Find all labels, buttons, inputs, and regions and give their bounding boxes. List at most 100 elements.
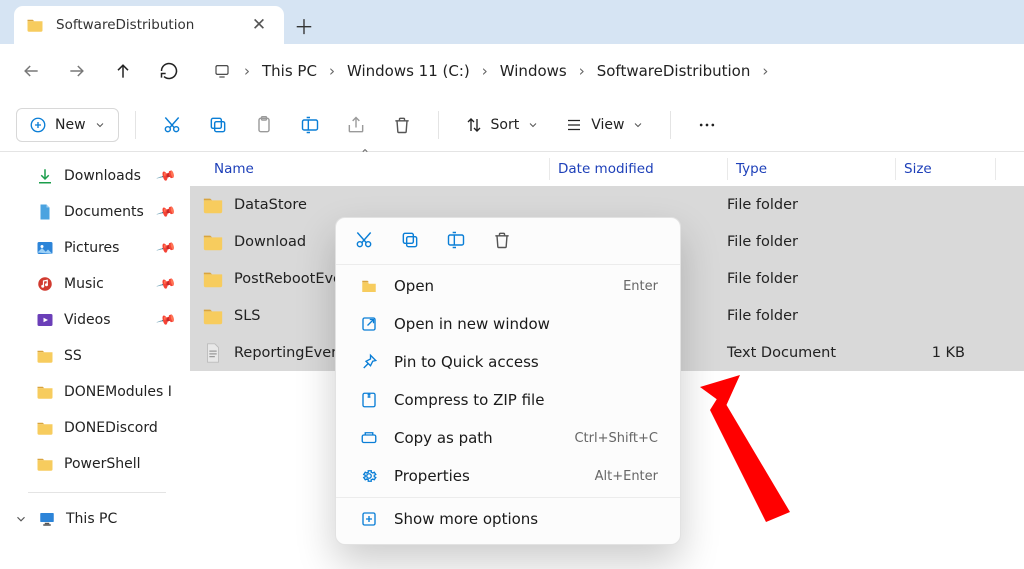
column-size[interactable]: Size (896, 152, 996, 186)
cut-button[interactable] (152, 106, 192, 144)
folder-icon (202, 231, 224, 253)
pin-icon: 📌 (155, 237, 177, 258)
up-button[interactable] (102, 52, 144, 90)
row-size: 1 KB (895, 345, 979, 361)
divider (336, 497, 680, 498)
folder-icon (36, 347, 54, 365)
rename-button[interactable] (290, 106, 330, 144)
sidebar-item-videos[interactable]: Videos 📌 (0, 302, 190, 338)
sidebar-item-label: PowerShell (64, 456, 140, 472)
delete-button[interactable] (382, 106, 422, 144)
close-tab-icon[interactable]: ✕ (246, 12, 272, 38)
column-date[interactable]: Date modified (550, 152, 728, 186)
breadcrumb-seg-1[interactable]: Windows 11 (C:) (341, 56, 476, 86)
breadcrumb-seg-2[interactable]: Windows (494, 56, 573, 86)
view-label: View (591, 117, 624, 133)
ctx-open-new-window[interactable]: Open in new window (342, 305, 674, 343)
pin-icon: 📌 (155, 309, 177, 330)
context-menu: Open Enter Open in new window Pin to Qui… (335, 217, 681, 545)
divider (438, 111, 439, 139)
pin-icon: 📌 (155, 165, 177, 186)
music-icon (36, 275, 54, 293)
sidebar: Downloads 📌 Documents 📌 Pictures 📌 Music… (0, 152, 190, 569)
folder-icon (36, 419, 54, 437)
download-icon (36, 167, 54, 185)
sidebar-item-label: Music (64, 276, 104, 292)
chevron-right-icon: › (476, 62, 494, 80)
address-bar: › This PC › Windows 11 (C:) › Windows › … (0, 44, 1024, 98)
path-icon (358, 429, 380, 447)
sidebar-item-label: Downloads (64, 168, 141, 184)
folder-icon (36, 455, 54, 473)
copy-button[interactable] (198, 106, 238, 144)
sidebar-item-folder[interactable]: SS (0, 338, 190, 374)
ctx-pin-quick-access[interactable]: Pin to Quick access (342, 343, 674, 381)
row-type: Text Document (727, 345, 895, 361)
paste-button[interactable] (244, 106, 284, 144)
sidebar-item-folder[interactable]: DONEModules I (0, 374, 190, 410)
column-type[interactable]: Type (728, 152, 896, 186)
ctx-properties[interactable]: Properties Alt+Enter (342, 457, 674, 495)
sidebar-item-downloads[interactable]: Downloads 📌 (0, 158, 190, 194)
column-name[interactable]: Name (190, 152, 550, 186)
breadcrumb-root-icon[interactable] (206, 57, 238, 85)
refresh-button[interactable] (148, 52, 190, 90)
row-type: File folder (727, 308, 895, 324)
breadcrumb: › This PC › Windows 11 (C:) › Windows › … (206, 56, 774, 86)
sort-button[interactable]: Sort (455, 106, 550, 144)
sidebar-item-label: SS (64, 348, 82, 364)
chevron-right-icon: › (238, 62, 256, 80)
tab-active[interactable]: SoftwareDistribution ✕ (14, 6, 284, 44)
chevron-right-icon: › (573, 62, 591, 80)
sidebar-item-label: Pictures (64, 240, 119, 256)
props-icon (358, 467, 380, 485)
folder-icon (202, 305, 224, 327)
sidebar-item-label: DONEModules I (64, 384, 172, 400)
divider (670, 111, 671, 139)
file-icon (202, 342, 224, 364)
breadcrumb-seg-3[interactable]: SoftwareDistribution (591, 56, 757, 86)
newwindow-icon (358, 315, 380, 333)
forward-button[interactable] (56, 52, 98, 90)
ctx-show-more-options[interactable]: Show more options (342, 500, 674, 538)
minibar-copy-button[interactable] (388, 222, 432, 258)
folder-icon (202, 268, 224, 290)
context-minibar (336, 218, 680, 262)
ctx-compress-zip[interactable]: Compress to ZIP file (342, 381, 674, 419)
sidebar-item-documents[interactable]: Documents 📌 (0, 194, 190, 230)
new-button[interactable]: New (16, 108, 119, 142)
monitor-icon (38, 510, 56, 528)
folder-icon (36, 383, 54, 401)
sidebar-item-label: Videos (64, 312, 111, 328)
ctx-copy-as-path[interactable]: Copy as path Ctrl+Shift+C (342, 419, 674, 457)
minibar-delete-button[interactable] (480, 222, 524, 258)
minibar-cut-button[interactable] (342, 222, 386, 258)
share-button[interactable] (336, 106, 376, 144)
sidebar-this-pc[interactable]: This PC (0, 499, 190, 539)
more-icon (358, 510, 380, 528)
row-name: DataStore (234, 197, 549, 213)
tab-title: SoftwareDistribution (56, 17, 246, 33)
sort-label: Sort (491, 117, 520, 133)
divider (336, 264, 680, 265)
zip-icon (358, 391, 380, 409)
breadcrumb-seg-0[interactable]: This PC (256, 56, 323, 86)
row-type: File folder (727, 271, 895, 287)
new-label: New (55, 117, 86, 133)
sidebar-item-pictures[interactable]: Pictures 📌 (0, 230, 190, 266)
pictures-icon (36, 239, 54, 257)
back-button[interactable] (10, 52, 52, 90)
pin-icon (358, 353, 380, 371)
more-button[interactable] (687, 106, 727, 144)
sidebar-item-folder[interactable]: DONEDiscord (0, 410, 190, 446)
ctx-open[interactable]: Open Enter (342, 267, 674, 305)
sidebar-item-music[interactable]: Music 📌 (0, 266, 190, 302)
pin-icon: 📌 (155, 201, 177, 222)
minibar-rename-button[interactable] (434, 222, 478, 258)
new-tab-button[interactable]: ＋ (284, 6, 324, 44)
folder-icon (26, 16, 44, 34)
view-button[interactable]: View (555, 106, 654, 144)
sidebar-item-folder[interactable]: PowerShell (0, 446, 190, 482)
row-type: File folder (727, 197, 895, 213)
divider (135, 111, 136, 139)
